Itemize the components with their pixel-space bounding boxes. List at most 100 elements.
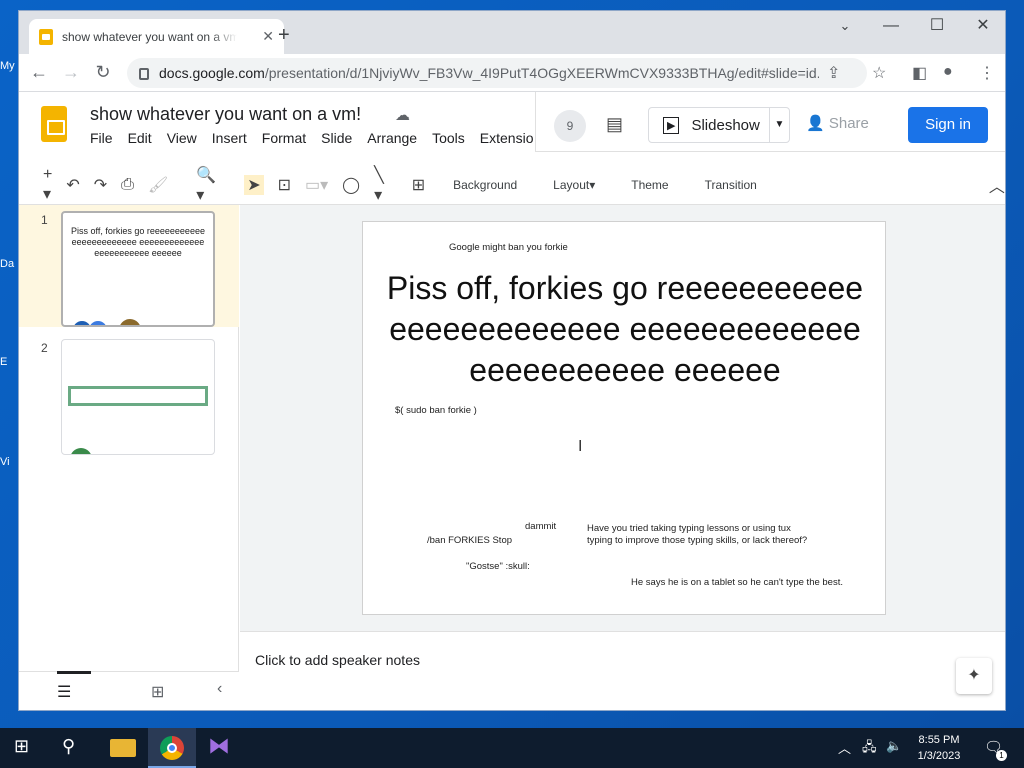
slide-textbox[interactable]: He says he is on a tablet so he can't ty… [631, 577, 843, 588]
slide-thumbnail-row[interactable]: 2 [19, 333, 239, 455]
speaker-notes[interactable]: Click to add speaker notes ✦ [240, 631, 1005, 710]
desktop-icon-label[interactable]: E [0, 356, 18, 368]
menu-tools[interactable]: Tools [432, 130, 465, 146]
zoom-icon[interactable]: 🔍▾ [196, 165, 216, 205]
thumbnail-rectangle [68, 386, 208, 406]
tray-chevron-icon[interactable]: ︿ [838, 738, 851, 757]
slide-thumbnail[interactable] [61, 339, 215, 455]
layout-button[interactable]: Layout▾ [553, 178, 595, 192]
document-title[interactable]: show whatever you want on a vm! [90, 104, 361, 125]
desktop-icon-label[interactable]: My [0, 60, 18, 72]
slide-title[interactable]: Piss off, forkies go reeeeeeeeeeeeeeeeee… [363, 268, 887, 391]
filmstrip-view-icon[interactable]: ☰ [57, 682, 71, 702]
file-explorer-icon[interactable] [110, 739, 136, 757]
redo-icon[interactable]: ↷ [94, 175, 107, 195]
active-users-badge[interactable]: 9 [554, 110, 586, 142]
desktop-icon-label[interactable]: Vi [0, 456, 18, 468]
chrome-menu-icon[interactable]: ⋮ [979, 63, 995, 83]
image-icon[interactable]: ▭▾ [305, 175, 328, 195]
slide-textbox[interactable]: /ban FORKIES Stop [427, 535, 512, 546]
search-icon[interactable]: ⚲ [62, 736, 88, 760]
menu-file[interactable]: File [90, 130, 113, 146]
address-bar[interactable]: docs.google.com/presentation/d/1NjviyWv_… [127, 58, 867, 88]
slides-logo-icon[interactable] [41, 106, 67, 142]
menu-edit[interactable]: Edit [128, 130, 152, 146]
slide-number: 2 [41, 341, 48, 355]
slideshow-dropdown-icon[interactable]: ▼ [769, 108, 789, 142]
browser-window: show whatever you want on a vm ✕ + ⌄ — ☐… [18, 10, 1006, 711]
slide-thumbnail[interactable]: Piss off, forkies go reeeeeeeeeeeeeeeeee… [61, 211, 215, 327]
slide-textbox[interactable]: Have you tried taking typing lessons or … [587, 523, 791, 534]
paint-format-icon[interactable]: 🖌 [148, 175, 168, 195]
select-cursor-icon[interactable]: ➤ [244, 174, 264, 195]
new-slide-icon[interactable]: + ▾ [43, 166, 52, 204]
thumbnail-avatar [70, 448, 92, 454]
menu-arrange[interactable]: Arrange [367, 130, 417, 146]
slide-textbox[interactable]: $( sudo ban forkie ) [395, 405, 477, 416]
profile-icon[interactable]: ● [943, 63, 953, 81]
browser-toolbar: ← → ↻ docs.google.com/presentation/d/1Nj… [19, 54, 1005, 92]
slide-textbox[interactable]: "Gostse" :skull: [466, 561, 530, 572]
thumbnail-avatar [73, 321, 91, 325]
background-button[interactable]: Background [453, 178, 517, 192]
line-icon[interactable]: ╲ ▾ [374, 165, 384, 205]
share-page-icon[interactable]: ⇪ [827, 63, 840, 83]
reload-icon[interactable]: ↻ [87, 62, 119, 83]
volume-icon[interactable]: 🔈 [886, 738, 902, 754]
side-panel-icon[interactable]: ◧ [912, 63, 927, 83]
print-icon[interactable]: ⎙ [121, 176, 134, 194]
text-cursor-icon: I [578, 438, 583, 455]
menu-bar: File Edit View Insert Format Slide Arran… [90, 130, 548, 146]
slideshow-play-icon: ▶ [663, 116, 680, 134]
clock[interactable]: 8:55 PM 1/3/2023 [908, 732, 970, 764]
tab-search-icon[interactable]: ⌄ [822, 11, 868, 41]
shape-icon[interactable]: ◯ [342, 175, 360, 195]
menu-format[interactable]: Format [262, 130, 306, 146]
minimize-icon[interactable]: — [868, 11, 914, 41]
menu-view[interactable]: View [167, 130, 197, 146]
text-box-icon[interactable]: ⊡ [278, 175, 291, 195]
taskbar: ⊞ ⚲ ⧓ ︿ 🖧 🔈 8:55 PM 1/3/2023 🗨 1 [0, 728, 1024, 768]
comment-add-icon[interactable]: ⊞ [412, 175, 425, 195]
browser-tab[interactable]: show whatever you want on a vm ✕ [29, 19, 284, 54]
network-icon[interactable]: 🖧 [862, 738, 877, 760]
grid-view-icon[interactable]: ⊞ [151, 682, 164, 702]
theme-button[interactable]: Theme [631, 178, 668, 192]
transition-button[interactable]: Transition [705, 178, 757, 192]
bookmark-star-icon[interactable]: ☆ [872, 63, 886, 83]
collapse-toolbar-icon[interactable]: ︿ [989, 173, 1005, 197]
start-windows-icon[interactable]: ⊞ [14, 736, 40, 760]
maximize-icon[interactable]: ☐ [914, 11, 960, 41]
thumbnail-title: Piss off, forkies go reeeeeeeeeeeeeeeeee… [71, 226, 205, 258]
new-tab-icon[interactable]: + [278, 24, 290, 47]
visual-studio-icon[interactable]: ⧓ [208, 733, 234, 758]
explore-icon[interactable]: ✦ [956, 658, 992, 694]
slide-canvas[interactable]: Google might ban you forkie Piss off, fo… [362, 221, 886, 615]
tab-close-icon[interactable]: ✕ [262, 28, 274, 45]
menu-insert[interactable]: Insert [212, 130, 247, 146]
share-button[interactable]: 👤 Share [806, 114, 869, 132]
slide-thumbnail-row[interactable]: 1 Piss off, forkies go reeeeeeeeeeeeeeee… [19, 205, 239, 327]
forward-icon[interactable]: → [55, 62, 87, 83]
undo-icon[interactable]: ↶ [66, 175, 79, 195]
url-text: docs.google.com/presentation/d/1NjviyWv_… [159, 65, 819, 81]
desktop-icon-label[interactable]: Da [0, 258, 18, 270]
slideshow-button[interactable]: ▶ Slideshow ▼ [648, 107, 790, 143]
cloud-save-icon[interactable]: ☁ [395, 106, 410, 124]
menu-extensions[interactable]: Extensio [480, 130, 534, 146]
slide-textbox[interactable]: Google might ban you forkie [449, 242, 568, 253]
close-window-icon[interactable]: ✕ [960, 11, 1005, 41]
comments-icon[interactable]: ▤ [606, 114, 623, 135]
slide-textbox[interactable]: typing to improve those typing skills, o… [587, 535, 807, 546]
chrome-taskbar-button[interactable] [148, 728, 196, 768]
slide-textbox[interactable]: dammit [525, 521, 556, 532]
back-icon[interactable]: ← [23, 62, 55, 83]
menu-slide[interactable]: Slide [321, 130, 352, 146]
filmstrip-active-indicator [57, 671, 91, 674]
sign-in-button[interactable]: Sign in [908, 107, 988, 143]
collapse-filmstrip-icon[interactable]: ‹ [217, 680, 222, 698]
slide-number: 1 [41, 213, 48, 227]
speaker-notes-placeholder: Click to add speaker notes [255, 652, 420, 668]
thumbnail-avatar [89, 321, 107, 325]
slideshow-label: Slideshow [691, 116, 760, 134]
